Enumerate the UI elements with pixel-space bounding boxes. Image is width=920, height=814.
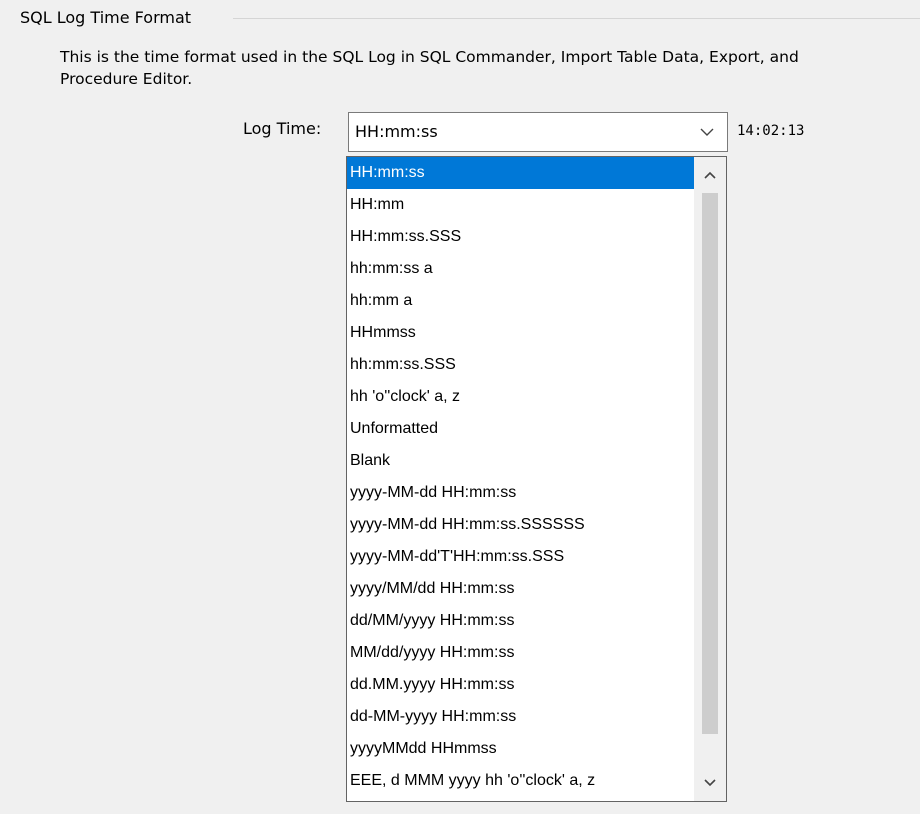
dropdown-option[interactable]: dd-MM-yyyy HH:mm:ss bbox=[347, 701, 695, 733]
group-divider bbox=[233, 18, 920, 19]
dropdown-option[interactable]: hh:mm:ss a bbox=[347, 253, 695, 285]
dropdown-list: HH:mm:ss HH:mm HH:mm:ss.SSS hh:mm:ss a hh:mm… bbox=[346, 156, 727, 802]
dropdown-option[interactable]: yyyy-MM-dd HH:mm:ss.SSSSSS bbox=[347, 509, 695, 541]
dropdown-option[interactable]: HH:mm bbox=[347, 189, 695, 221]
dropdown-option[interactable]: hh 'o''clock' a, z bbox=[347, 381, 695, 413]
dropdown-option[interactable]: yyyyMMdd HHmmss bbox=[347, 733, 695, 765]
dropdown-option[interactable]: HH:mm:ss bbox=[347, 157, 695, 189]
dropdown-option[interactable]: EEE, d MMM yyyy hh 'o''clock' a, z bbox=[347, 765, 695, 797]
chevron-down-icon bbox=[704, 779, 716, 787]
dropdown-option[interactable]: hh:mm a bbox=[347, 285, 695, 317]
dropdown-option[interactable]: HHmmss bbox=[347, 317, 695, 349]
group-description: This is the time format used in the SQL … bbox=[60, 46, 920, 90]
dropdown-option[interactable]: hh:mm:ss.SSS bbox=[347, 349, 695, 381]
dropdown-option[interactable]: dd/MM/yyyy HH:mm:ss bbox=[347, 605, 695, 637]
chevron-up-icon bbox=[704, 171, 716, 179]
description-line-1: This is the time format used in the SQL … bbox=[60, 48, 799, 66]
scroll-thumb[interactable] bbox=[702, 193, 718, 734]
dropdown-option[interactable]: HH:mm:ss.SSS bbox=[347, 221, 695, 253]
dropdown-option[interactable]: dd.MM.yyyy HH:mm:ss bbox=[347, 669, 695, 701]
dropdown-option[interactable]: yyyy/MM/dd HH:mm:ss bbox=[347, 573, 695, 605]
dropdown-option[interactable]: Blank bbox=[347, 445, 695, 477]
dropdown-option[interactable]: Unformatted bbox=[347, 413, 695, 445]
dropdown-button[interactable] bbox=[687, 113, 727, 151]
log-time-label: Log Time: bbox=[243, 119, 322, 138]
dropdown-option[interactable]: yyyy-MM-dd HH:mm:ss bbox=[347, 477, 695, 509]
dropdown-option[interactable]: yyyy-MM-dd'T'HH:mm:ss.SSS bbox=[347, 541, 695, 573]
options-list: HH:mm:ss HH:mm HH:mm:ss.SSS hh:mm:ss a hh:mm… bbox=[347, 157, 695, 797]
dropdown-option[interactable]: MM/dd/yyyy HH:mm:ss bbox=[347, 637, 695, 669]
scroll-down-button[interactable] bbox=[694, 765, 726, 801]
description-line-2: Procedure Editor. bbox=[60, 70, 193, 88]
chevron-down-icon bbox=[700, 128, 714, 136]
group-title: SQL Log Time Format bbox=[20, 8, 192, 27]
log-time-preview: 14:02:13 bbox=[737, 123, 805, 139]
log-time-selected-value: HH:mm:ss bbox=[355, 122, 438, 141]
log-time-combobox[interactable]: HH:mm:ss bbox=[348, 112, 728, 152]
scroll-up-button[interactable] bbox=[694, 157, 726, 193]
scrollbar[interactable] bbox=[694, 157, 726, 801]
